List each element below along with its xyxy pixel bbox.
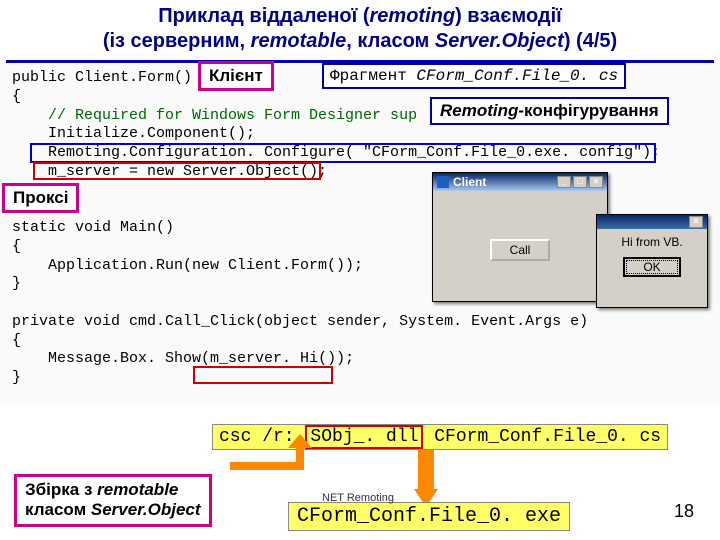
arrow-compile-shaft	[418, 450, 434, 490]
proxy-label: Проксі	[13, 188, 68, 207]
client-window-titlebar: Client _ □ ×	[433, 173, 607, 191]
close-icon[interactable]: ×	[589, 176, 603, 188]
call-button[interactable]: Call	[490, 239, 551, 261]
page-number: 18	[674, 501, 694, 522]
exe-output-box: CForm_Conf.File_0. exe	[288, 502, 570, 531]
close-icon[interactable]: ×	[689, 216, 703, 228]
arrow-assembly-shaft	[230, 462, 300, 470]
assembly-label-box: Збірка з remotable класом Server.Object	[14, 474, 212, 527]
app-icon	[437, 176, 449, 188]
client-window-title: Client	[453, 175, 486, 189]
proxy-label-box: Проксі	[2, 183, 79, 213]
fragment-filename-box: Фрагмент CForm_Conf.File_0. cs	[322, 63, 626, 89]
maximize-icon[interactable]: □	[573, 176, 587, 188]
highlight-sobj-dll: SObj_. dll	[305, 425, 423, 449]
remoting-config-box: Remoting-конфігурування	[430, 97, 669, 125]
arrow-assembly-head	[288, 434, 312, 448]
slide-title: Приклад віддаленої (remoting) взаємодії …	[0, 0, 720, 60]
client-label: Клієнт	[209, 66, 263, 85]
messagebox: × Hi from VB. OK	[596, 214, 708, 308]
client-label-box: Клієнт	[198, 61, 274, 91]
footer-text: NET Remoting	[322, 492, 394, 504]
ok-button[interactable]: OK	[623, 257, 680, 277]
messagebox-text: Hi from VB.	[621, 235, 682, 249]
messagebox-titlebar: ×	[597, 215, 707, 229]
csc-command-box: csc /r: SObj_. dll CForm_Conf.File_0. cs	[212, 424, 668, 450]
minimize-icon[interactable]: _	[557, 176, 571, 188]
client-window: Client _ □ × Call	[432, 172, 608, 302]
arrow-assembly-shaft2	[296, 448, 304, 470]
